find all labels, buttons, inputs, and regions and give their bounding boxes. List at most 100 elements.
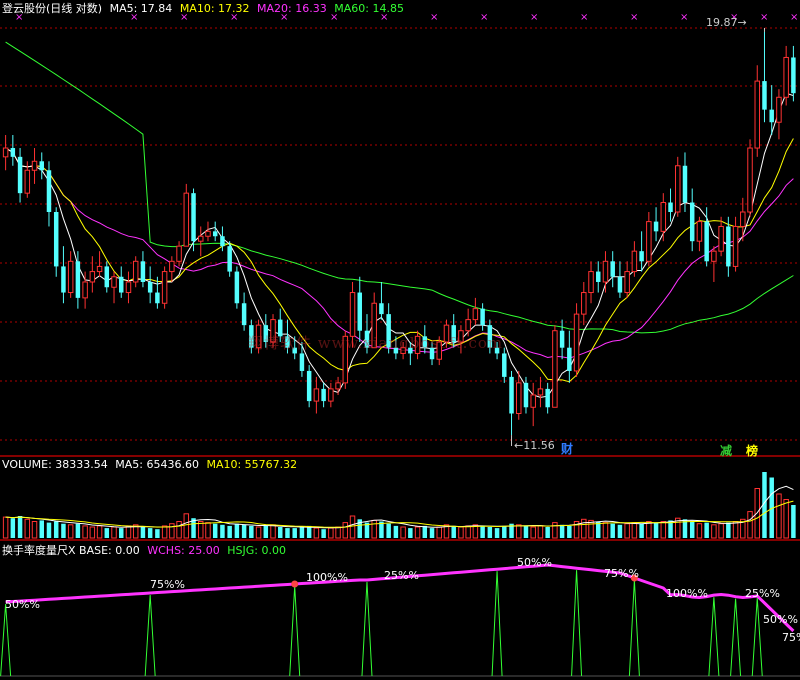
- candle-body: [472, 308, 479, 321]
- volume-bar: [278, 527, 283, 538]
- indicator-panel-header: 换手率度量尺X BASE: 0.00 WCHS: 25.00 HSJG: 0.0…: [2, 542, 286, 557]
- volume-bar: [704, 522, 709, 538]
- candlestick: [581, 281, 587, 326]
- candle-body: [696, 221, 703, 242]
- pct-label: 25%%: [384, 569, 419, 582]
- volume-bar: [220, 524, 225, 538]
- candle-body: [31, 160, 38, 171]
- candle-body: [653, 221, 659, 232]
- candle-body: [132, 260, 139, 283]
- candle-body: [581, 292, 587, 315]
- candle-body: [754, 80, 760, 149]
- candlestick: [791, 45, 796, 102]
- candle-body: [205, 230, 211, 237]
- candle-body: [516, 382, 522, 414]
- volume-bar: [458, 526, 464, 539]
- candlestick: [10, 135, 16, 166]
- hsjg-spike: [289, 585, 301, 677]
- candle-body: [321, 388, 326, 402]
- volume-bar: [349, 515, 356, 539]
- candle-body: [523, 382, 529, 408]
- volume-label: VOLUME: 38333.54: [2, 458, 108, 471]
- volume-bar: [255, 526, 262, 539]
- candlestick: [718, 216, 724, 257]
- low-price-label: ←11.56: [514, 439, 555, 452]
- volume-bar: [502, 525, 507, 538]
- volume-bar: [335, 526, 341, 539]
- volume-bar: [537, 525, 544, 539]
- volume-bar: [653, 522, 659, 538]
- candlestick: [17, 148, 23, 203]
- volume-bar: [711, 524, 717, 539]
- marker-ranking[interactable]: 榜: [746, 442, 758, 459]
- candle-body: [610, 261, 615, 277]
- candle-body: [682, 165, 688, 203]
- pct-label: 100%%: [306, 571, 348, 584]
- candle-body: [17, 156, 23, 194]
- candlestick: [111, 271, 117, 304]
- candle-body: [769, 109, 774, 123]
- volume-bar: [292, 528, 297, 538]
- candle-body: [732, 225, 739, 267]
- volume-bar: [718, 523, 724, 539]
- volume-bar: [689, 521, 695, 538]
- candle-body: [660, 202, 667, 232]
- candle-body: [776, 96, 782, 123]
- volume-bar: [249, 525, 254, 538]
- candle-body: [335, 382, 341, 390]
- candle-body: [718, 225, 724, 252]
- volume-bar: [732, 521, 739, 539]
- candle-body: [82, 281, 88, 299]
- candle-body: [624, 271, 630, 294]
- candle-body: [313, 388, 320, 402]
- volume-bar: [24, 518, 31, 539]
- top-marker: ×: [760, 12, 768, 23]
- candle-body: [502, 353, 507, 377]
- candlestick: [660, 193, 667, 242]
- top-marker: ×: [530, 12, 538, 23]
- volume-bar: [227, 525, 232, 538]
- marker-financial[interactable]: 财: [561, 440, 573, 457]
- candlestick: [602, 251, 609, 293]
- candle-body: [675, 165, 681, 213]
- candlestick: [617, 261, 623, 298]
- candlestick: [2, 135, 9, 171]
- candlestick: [762, 31, 767, 123]
- volume-bar: [342, 522, 349, 539]
- volume-bar: [53, 521, 59, 538]
- candle-body: [783, 56, 789, 98]
- candle-body: [480, 308, 485, 326]
- volume-bar: [161, 525, 168, 539]
- candlestick: [212, 221, 218, 242]
- candle-body: [161, 271, 168, 304]
- volume-panel-header: VOLUME: 38333.54 MA5: 65436.60 MA10: 557…: [2, 458, 297, 472]
- marker-reduction[interactable]: 减: [720, 442, 732, 459]
- volume-bar: [631, 522, 638, 539]
- volume-bar: [96, 525, 103, 539]
- candlestick: [96, 251, 103, 277]
- candle-body: [646, 221, 652, 262]
- candlestick: [596, 261, 601, 293]
- candle-body: [119, 276, 124, 293]
- candle-body: [762, 81, 767, 110]
- ma60-label: MA60: 14.85: [334, 2, 404, 15]
- volume-ma5-line: [5, 485, 794, 529]
- candle-body: [465, 319, 471, 332]
- volume-bar: [155, 529, 160, 538]
- volume-bar: [602, 522, 609, 539]
- candle-body: [559, 330, 565, 348]
- volume-bar: [783, 499, 789, 539]
- top-marker: ×: [680, 12, 688, 23]
- candle-body: [75, 261, 81, 298]
- candlestick: [328, 382, 334, 408]
- volume-bar: [285, 528, 290, 538]
- candlestick: [696, 216, 703, 252]
- candlestick: [639, 231, 644, 272]
- candle-body: [328, 388, 334, 402]
- candle-body: [89, 271, 96, 283]
- candle-body: [39, 161, 44, 171]
- candle-body: [573, 313, 580, 372]
- volume-bar: [125, 525, 132, 539]
- indicator-title-label: 换手率度量尺X BASE: 0.00: [2, 544, 140, 557]
- hsjg-spike: [144, 594, 156, 677]
